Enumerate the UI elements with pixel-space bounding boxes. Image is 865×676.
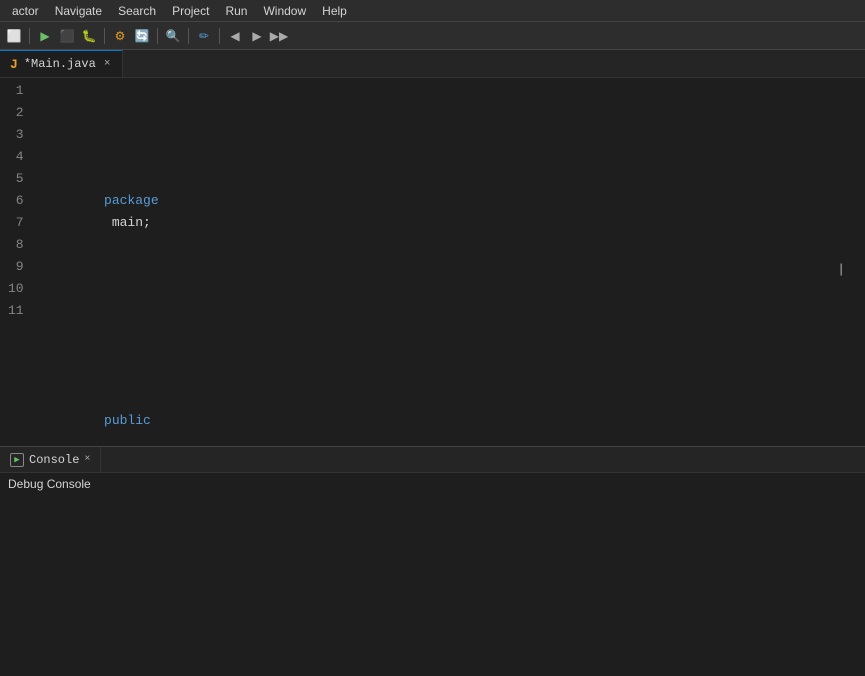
menu-actor[interactable]: actor xyxy=(4,2,47,20)
console-tab-bar: ▶ Console × xyxy=(0,447,865,473)
tab-label: *Main.java xyxy=(24,57,96,71)
code-line-1: package main; xyxy=(36,168,855,190)
line-numbers: 1 2 3 4 5 6 7 8 9 10 11 xyxy=(0,78,36,446)
toolbar-back-btn[interactable]: ◀ xyxy=(225,26,245,46)
code-line-2 xyxy=(36,278,855,300)
toolbar-sync-btn[interactable]: 🔄 xyxy=(132,26,152,46)
menu-project[interactable]: Project xyxy=(164,2,217,20)
code-lines[interactable]: package main; public class Main { xyxy=(36,78,865,446)
console-icon: ▶ xyxy=(10,453,24,467)
toolbar-nav-btn[interactable]: ▶▶ xyxy=(269,26,289,46)
toolbar-sep-1 xyxy=(29,28,30,44)
toolbar-edit-btn[interactable]: ✏ xyxy=(194,26,214,46)
cursor-position-indicator: | xyxy=(837,262,845,277)
editor-area: 1 2 3 4 5 6 7 8 9 10 11 package main; pu… xyxy=(0,78,865,446)
menu-help[interactable]: Help xyxy=(314,2,355,20)
toolbar-stop-btn[interactable]: ⬛ xyxy=(57,26,77,46)
tab-close-btn[interactable]: × xyxy=(102,57,113,71)
menu-window[interactable]: Window xyxy=(255,2,314,20)
toolbar-sep-2 xyxy=(104,28,105,44)
menu-navigate[interactable]: Navigate xyxy=(47,2,110,20)
toolbar: ⬜ ▶ ⬛ 🐛 ⚙ 🔄 🔍 ✏ ◀ ▶ ▶▶ xyxy=(0,22,865,50)
toolbar-new-btn[interactable]: ⬜ xyxy=(4,26,24,46)
console-tab[interactable]: ▶ Console × xyxy=(0,447,101,472)
code-line-3: public class Main { xyxy=(36,388,855,410)
editor-tab-main[interactable]: J *Main.java × xyxy=(0,50,123,77)
menu-search[interactable]: Search xyxy=(110,2,164,20)
java-file-icon: J xyxy=(10,57,18,72)
toolbar-search-btn[interactable]: 🔍 xyxy=(163,26,183,46)
code-editor[interactable]: 1 2 3 4 5 6 7 8 9 10 11 package main; pu… xyxy=(0,78,865,446)
console-content[interactable]: Debug Console xyxy=(0,473,865,676)
toolbar-sep-5 xyxy=(219,28,220,44)
kw-package: package xyxy=(104,193,159,208)
editor-tab-bar: J *Main.java × xyxy=(0,50,865,78)
menu-bar: actor Navigate Search Project Run Window… xyxy=(0,0,865,22)
console-area: ▶ Console × Debug Console xyxy=(0,446,865,676)
menu-run[interactable]: Run xyxy=(217,2,255,20)
console-tab-close-btn[interactable]: × xyxy=(84,454,90,465)
toolbar-build-btn[interactable]: ⚙ xyxy=(110,26,130,46)
toolbar-sep-4 xyxy=(188,28,189,44)
toolbar-sep-3 xyxy=(157,28,158,44)
toolbar-forward-btn[interactable]: ▶ xyxy=(247,26,267,46)
console-tab-label: Console xyxy=(29,453,79,467)
toolbar-run-btn[interactable]: ▶ xyxy=(35,26,55,46)
toolbar-debug-btn[interactable]: 🐛 xyxy=(79,26,99,46)
debug-console-label: Debug Console xyxy=(8,477,91,491)
